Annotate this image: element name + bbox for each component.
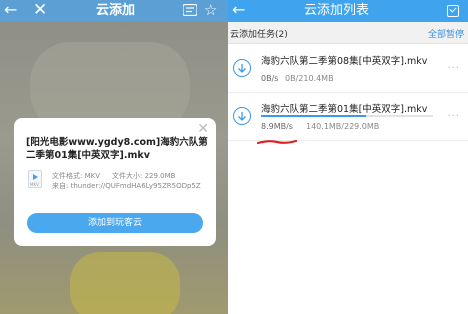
left-header: ← ✕ 云添加 ☆ [0, 0, 228, 22]
right-header: ← 云添加列表 [228, 0, 468, 22]
file-meta-format-size: 文件格式: MKV 文件大小: 229.0MB [52, 172, 175, 181]
left-title: 云添加 [96, 3, 136, 18]
more-dots-icon[interactable]: ··· [447, 63, 460, 74]
file-size: 文件大小: 229.0MB [112, 172, 176, 180]
task-item[interactable]: 海豹六队第二季第01集[中英双字].mkv ··· 8.9MB/s 140.1M… [228, 93, 468, 141]
pause-all-button[interactable]: 全部暂停 [428, 27, 464, 40]
star-icon[interactable]: ☆ [204, 1, 217, 19]
video-file-icon: MKV [28, 170, 42, 188]
file-source: 来自: thunder://QUFmdHA6Ly95ZR5ODp5Z [52, 182, 201, 190]
dialog-close-icon[interactable]: ✕ [197, 122, 209, 136]
more-dots-icon[interactable]: ··· [447, 111, 460, 122]
task-name: 海豹六队第二季第01集[中英双字].mkv [261, 104, 428, 115]
right-panel: ← 云添加列表 云添加任务(2) 全部暂停 海豹六队第二季第08集[中英双字].… [228, 0, 468, 314]
task-speed: 0B/s [261, 74, 279, 83]
progress-bar [261, 115, 433, 117]
close-icon[interactable]: ✕ [33, 0, 47, 20]
task-name: 海豹六队第二季第08集[中英双字].mkv [261, 56, 428, 67]
back-arrow-icon[interactable]: ← [232, 1, 245, 19]
red-underline-annotation [257, 139, 297, 145]
download-icon[interactable] [233, 107, 251, 125]
add-to-wanke-cloud-button[interactable]: 添加到玩客云 [27, 213, 203, 233]
left-panel: ← ✕ 云添加 ☆ ✕ [阳光电影www.ygdy8.com]海豹六队第二季第0… [0, 0, 228, 314]
add-dialog: ✕ [阳光电影www.ygdy8.com]海豹六队第二季第01集[中英双字].m… [14, 118, 216, 246]
list-menu-icon[interactable] [183, 4, 197, 16]
task-item[interactable]: 海豹六队第二季第08集[中英双字].mkv ··· 0B/s 0B/210.4M… [228, 45, 468, 93]
right-title: 云添加列表 [304, 3, 370, 18]
task-summary-bar: 云添加任务(2) 全部暂停 [228, 22, 468, 44]
download-icon[interactable] [233, 59, 251, 77]
file-format: 文件格式: MKV [52, 172, 101, 180]
task-count: 云添加任务(2) [230, 30, 288, 40]
task-size: 140.1MB/229.0MB [306, 122, 380, 131]
dialog-file-name: [阳光电影www.ygdy8.com]海豹六队第二季第01集[中英双字].mkv [26, 137, 208, 161]
progress-fill [261, 115, 366, 117]
select-all-icon[interactable] [447, 5, 459, 17]
task-speed: 8.9MB/s [261, 122, 293, 131]
back-arrow-icon[interactable]: ← [4, 1, 17, 19]
task-size: 0B/210.4MB [285, 74, 334, 83]
